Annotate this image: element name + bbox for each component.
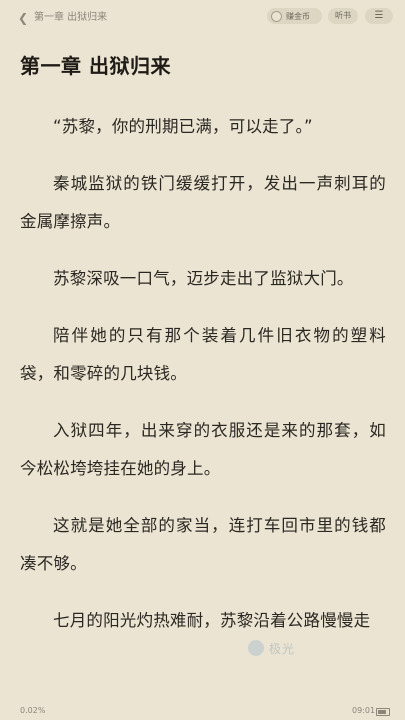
battery-icon bbox=[376, 708, 390, 716]
reading-progress: 0.02% bbox=[20, 706, 46, 715]
paragraph: 七月的阳光灼热难耐，苏黎沿着公路慢慢走 bbox=[53, 611, 371, 630]
menu-icon[interactable]: ☰ bbox=[365, 8, 393, 24]
earn-coins-label: 赚金币 bbox=[286, 11, 310, 21]
top-bar: ❮ 第一章 出狱归来 赚金币 听书 ☰ bbox=[0, 0, 405, 38]
chapter-title: 第一章 出狱归来 bbox=[20, 54, 171, 78]
paragraph: 入狱四年，出来穿的衣服还是来的那套，如今松松垮垮挂在她的身上。 bbox=[20, 421, 386, 478]
watermark-text: 极光 bbox=[269, 641, 296, 656]
paragraph: 秦城监狱的铁门缓缓打开，发出一声刺耳的金属摩擦声。 bbox=[20, 174, 386, 231]
watermark-logo-icon bbox=[248, 640, 264, 656]
chapter-breadcrumb[interactable]: 第一章 出狱归来 bbox=[34, 11, 107, 25]
paragraph: “苏黎，你的刑期已满，可以走了。” bbox=[53, 117, 313, 136]
clock: 09:01 bbox=[352, 706, 376, 715]
earn-coins-button[interactable]: 赚金币 bbox=[267, 8, 322, 24]
listen-button[interactable]: 听书 bbox=[328, 8, 358, 24]
paragraph: 苏黎深吸一口气，迈步走出了监狱大门。 bbox=[53, 269, 354, 288]
chapter-body[interactable]: “苏黎，你的刑期已满，可以走了。” 秦城监狱的铁门缓缓打开，发出一声刺耳的金属摩… bbox=[20, 108, 386, 659]
paragraph: 这就是她全部的家当，连打车回市里的钱都凑不够。 bbox=[20, 516, 386, 573]
paragraph: 陪伴她的只有那个装着几件旧衣物的塑料袋，和零碎的几块钱。 bbox=[20, 326, 386, 383]
coin-icon bbox=[271, 10, 282, 22]
battery-level bbox=[378, 710, 386, 714]
watermark: 极光 bbox=[248, 636, 358, 660]
status-footer: 0.02% 09:01 bbox=[0, 704, 405, 720]
back-icon[interactable]: ❮ bbox=[18, 11, 30, 25]
